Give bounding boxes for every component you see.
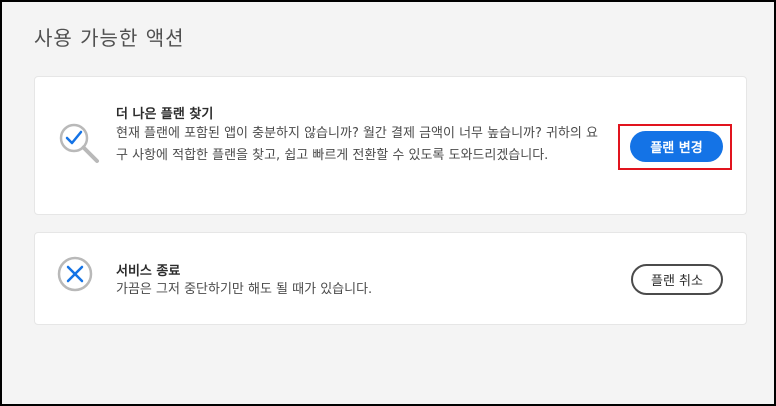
card-description: 현재 플랜에 포함된 앱이 충분하지 않습니까? 월간 결제 금액이 너무 높습… bbox=[116, 126, 598, 163]
card-description: 가끔은 그저 중단하기만 해도 될 때가 있습니다. bbox=[116, 282, 373, 297]
card-title: 더 나은 플랜 찾기 bbox=[116, 107, 214, 122]
find-better-plan-card: 더 나은 플랜 찾기 현재 플랜에 포함된 앱이 충분하지 않습니까? 월간 결… bbox=[34, 76, 747, 215]
cancel-plan-button[interactable]: 플랜 취소 bbox=[631, 264, 723, 295]
card-title: 서비스 종료 bbox=[116, 264, 181, 279]
change-plan-button[interactable]: 플랜 변경 bbox=[630, 131, 723, 162]
close-circle-icon bbox=[57, 256, 93, 296]
page-title: 사용 가능한 액션 bbox=[34, 26, 185, 50]
actions-panel: 사용 가능한 액션 더 나은 플랜 찾기 현재 플랜에 포함된 앱이 충분하지 … bbox=[0, 0, 776, 406]
search-check-icon bbox=[57, 121, 103, 171]
end-service-card: 서비스 종료 가끔은 그저 중단하기만 해도 될 때가 있습니다. 플랜 취소 bbox=[34, 232, 747, 325]
